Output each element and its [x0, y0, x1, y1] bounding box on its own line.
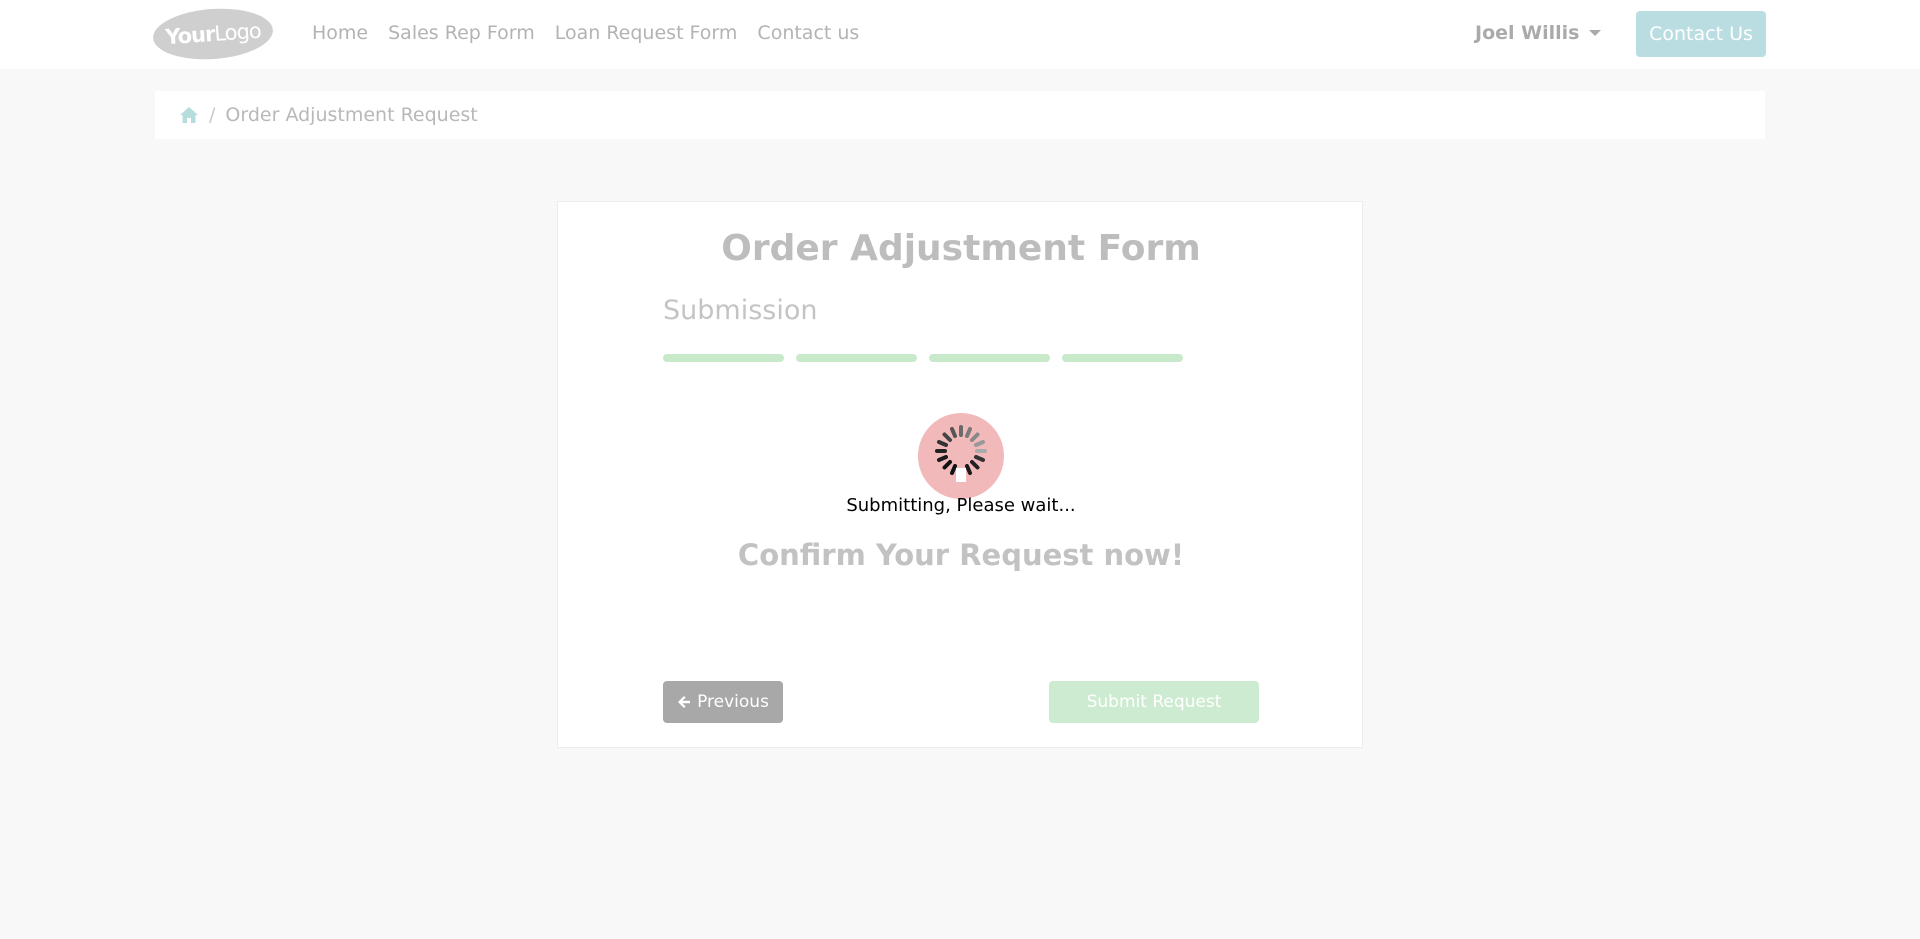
breadcrumb-separator: /	[209, 104, 216, 126]
progress-step-2	[796, 354, 917, 362]
nav-link-home[interactable]: Home	[312, 22, 368, 44]
progress-step-3	[929, 354, 1050, 362]
logo-light-text: Logo	[213, 18, 262, 46]
navbar: Your Logo Home Sales Rep Form Loan Reques…	[0, 0, 1920, 69]
progress-bar	[663, 354, 1195, 362]
form-title: Order Adjustment Form	[721, 228, 1201, 269]
spinner-icon	[935, 425, 987, 482]
contact-us-button[interactable]: Contact Us	[1636, 11, 1766, 57]
loading-text: Submitting, Please wait...	[846, 495, 1076, 516]
breadcrumb-current: Order Adjustment Request	[225, 104, 478, 126]
previous-button[interactable]: Previous	[663, 681, 783, 723]
nav-links: Home Sales Rep Form Loan Request Form Co…	[312, 22, 879, 44]
order-adjustment-form-card: Order Adjustment Form Submission Submitt…	[557, 201, 1363, 748]
confirm-heading: Confirm Your Request now!	[737, 538, 1185, 572]
home-icon[interactable]	[179, 106, 199, 124]
nav-link-loan-request-form[interactable]: Loan Request Form	[555, 22, 738, 44]
user-name: Joel Willis	[1475, 22, 1580, 44]
caret-down-icon	[1589, 30, 1602, 36]
logo-bold-text: Your	[164, 21, 216, 50]
breadcrumb: / Order Adjustment Request	[155, 91, 1765, 139]
logo[interactable]: Your Logo	[151, 4, 275, 64]
progress-step-1	[663, 354, 784, 362]
loading-spinner	[918, 413, 1004, 499]
previous-button-label: Previous	[697, 692, 769, 712]
progress-step-4	[1062, 354, 1183, 362]
user-menu-dropdown[interactable]: Joel Willis	[1475, 22, 1602, 44]
nav-link-contact-us[interactable]: Contact us	[757, 22, 859, 44]
nav-link-sales-rep-form[interactable]: Sales Rep Form	[388, 22, 535, 44]
step-title: Submission	[663, 295, 818, 326]
submit-request-button[interactable]: Submit Request	[1049, 681, 1259, 723]
arrow-left-icon	[678, 696, 691, 708]
